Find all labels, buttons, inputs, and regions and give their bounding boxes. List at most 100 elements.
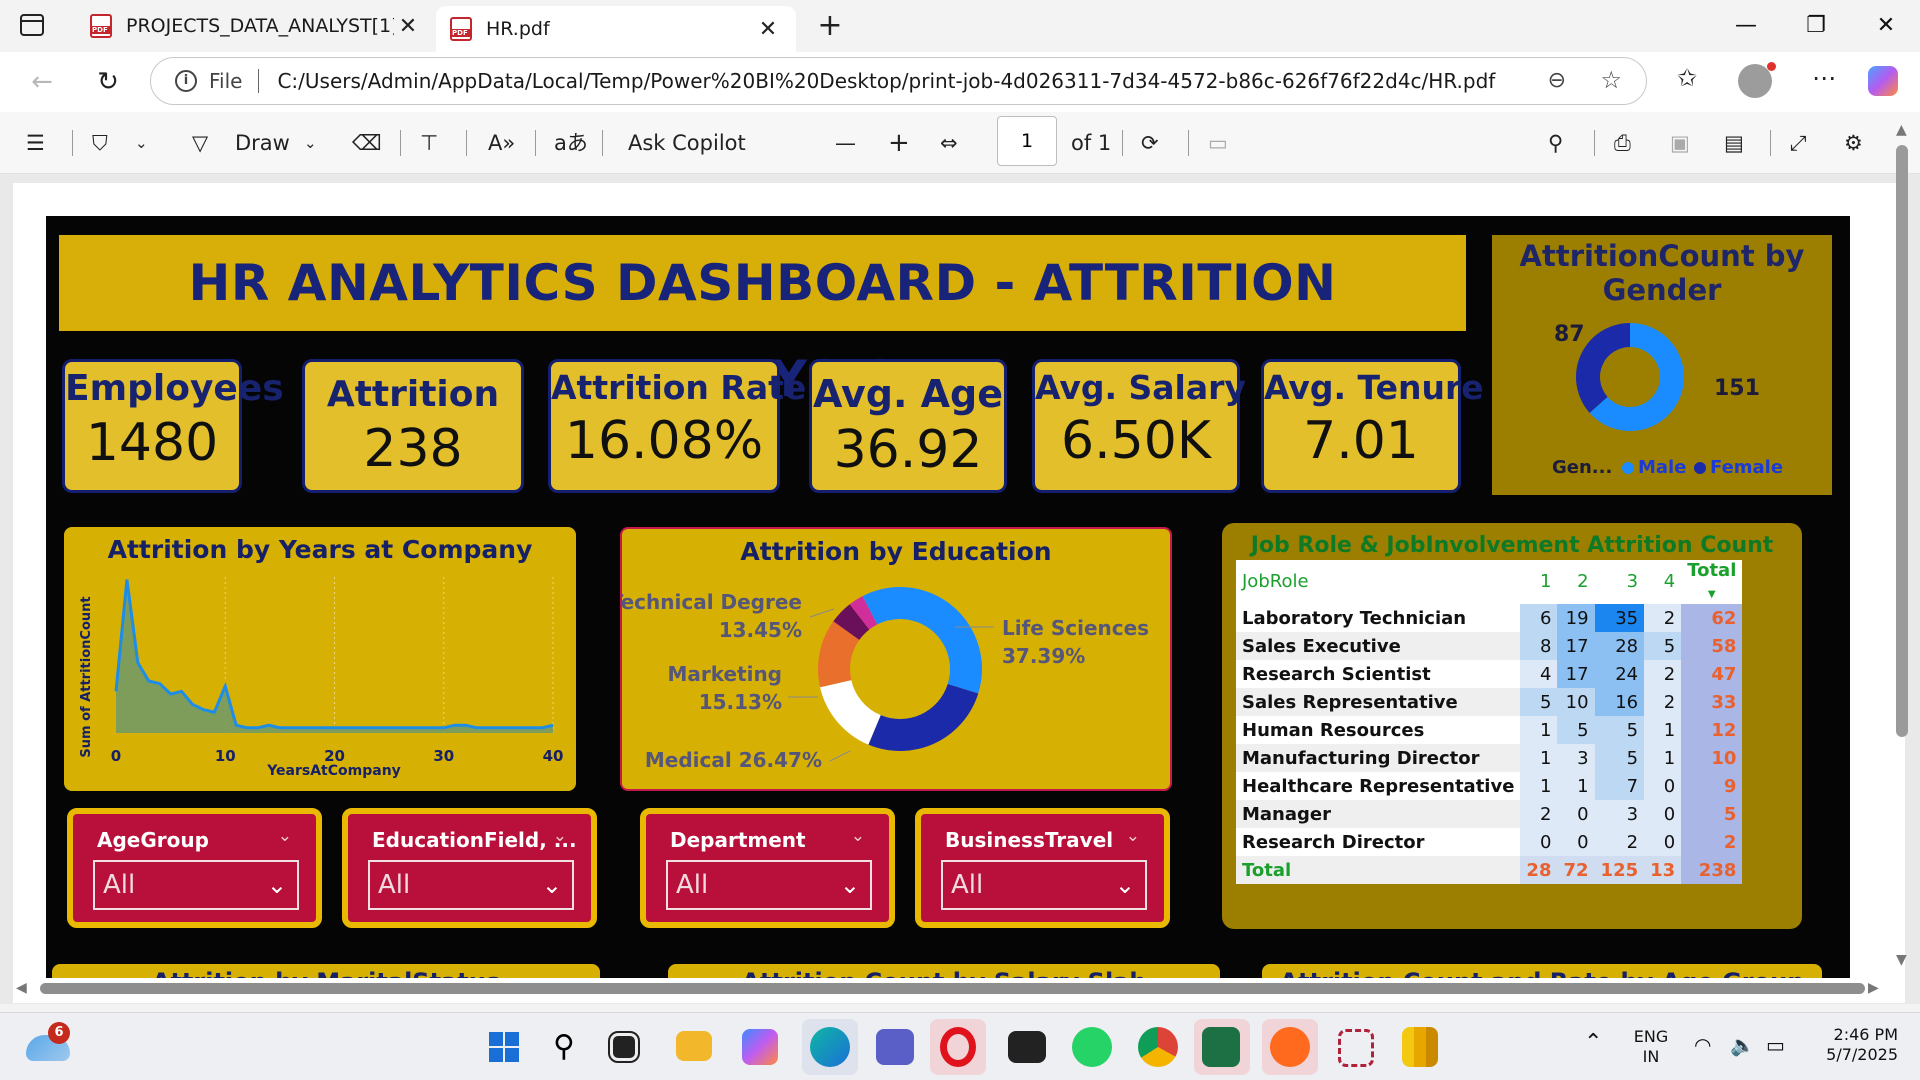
new-tab-button[interactable]: +	[812, 8, 848, 43]
page-number-input[interactable]: 1	[997, 116, 1057, 166]
chevron-up-icon[interactable]: ⌃	[1584, 1032, 1602, 1054]
orange-app-icon[interactable]	[1270, 1027, 1310, 1067]
save-as-icon[interactable]: ▤	[1724, 126, 1744, 160]
sort-desc-icon[interactable]: ▼	[1708, 589, 1716, 600]
chevron-down-icon[interactable]: ⌄	[851, 826, 865, 846]
clock[interactable]: 2:46 PM 5/7/2025	[1808, 1025, 1898, 1065]
copilot-app-icon[interactable]	[742, 1029, 778, 1065]
fit-width-icon[interactable]: ⇔	[940, 126, 958, 160]
refresh-icon[interactable]: ↻	[88, 62, 128, 102]
more-menu-icon[interactable]: ⋯	[1804, 64, 1844, 92]
print-icon[interactable]: ⎙	[1614, 126, 1631, 160]
column-header-total[interactable]: Total ▼	[1681, 560, 1743, 602]
tab-title: PROJECTS_DATA_ANALYST[1].pdf	[126, 15, 394, 37]
matrix-header-row: JobRole 1 2 3 4 Total ▼	[1236, 560, 1743, 602]
translate-icon[interactable]: aあ	[554, 126, 588, 160]
close-icon[interactable]: ✕	[394, 14, 422, 39]
read-aloud-icon[interactable]: A»	[488, 126, 515, 160]
chevron-down-icon[interactable]: ⌄	[267, 862, 287, 908]
minimize-button[interactable]: —	[1716, 6, 1776, 46]
task-view-icon[interactable]	[608, 1031, 640, 1063]
contents-icon[interactable]: ☰	[26, 126, 45, 160]
kpi-value: 7.01	[1303, 411, 1419, 471]
edge-icon[interactable]	[810, 1027, 850, 1067]
text-box-icon[interactable]: ⊤	[420, 126, 438, 160]
save-icon[interactable]: ▣	[1670, 126, 1690, 160]
search-icon[interactable]: ⚲	[542, 1025, 586, 1069]
table-row: Human Resources 1 5 5 1 12	[1236, 716, 1743, 744]
tab-hr[interactable]: HR.pdf ✕	[436, 6, 796, 52]
excel-icon[interactable]	[1202, 1027, 1240, 1067]
chevron-down-icon[interactable]: ⌄	[1115, 862, 1135, 908]
highlight-icon[interactable]: ⛉	[92, 126, 108, 160]
horizontal-scrollbar-thumb[interactable]	[40, 983, 1865, 994]
file-explorer-icon[interactable]	[676, 1031, 712, 1061]
chrome-icon[interactable]	[1138, 1027, 1178, 1067]
back-arrow-icon[interactable]: ←	[22, 62, 62, 102]
tab-actions-icon[interactable]	[20, 14, 44, 36]
slicer-department[interactable]: Department ⌄ All ⌄	[640, 808, 895, 928]
slicer-agegroup[interactable]: AgeGroup ⌄ All ⌄	[67, 808, 322, 928]
ask-copilot-button[interactable]: Ask Copilot	[628, 126, 746, 160]
scroll-left-arrow-icon[interactable]: ◀	[16, 980, 27, 996]
draw-label[interactable]: Draw	[235, 126, 290, 160]
close-window-button[interactable]: ✕	[1856, 6, 1916, 46]
slicer-businesstravel[interactable]: BusinessTravel ⌄ All ⌄	[915, 808, 1170, 928]
teams-icon[interactable]	[876, 1029, 914, 1065]
info-icon[interactable]: i	[175, 70, 197, 92]
search-icon[interactable]: ⚲	[1548, 126, 1563, 160]
wifi-icon[interactable]: ◠	[1694, 1035, 1711, 1055]
slicer-dropdown[interactable]: All ⌄	[941, 860, 1147, 910]
slicer-dropdown[interactable]: All ⌄	[93, 860, 299, 910]
scroll-right-arrow-icon[interactable]: ▶	[1868, 980, 1879, 996]
slicer-dropdown[interactable]: All ⌄	[368, 860, 574, 910]
chevron-down-icon[interactable]: ⌄	[553, 826, 567, 846]
slicer-label: BusinessTravel	[945, 828, 1114, 852]
chevron-down-icon[interactable]: ⌄	[278, 826, 292, 846]
tab-projects[interactable]: PROJECTS_DATA_ANALYST[1].pdf ✕	[76, 6, 436, 46]
language-indicator[interactable]: ENG IN	[1628, 1027, 1674, 1067]
settings-gear-icon[interactable]: ⚙	[1844, 126, 1863, 160]
start-icon[interactable]	[482, 1025, 526, 1069]
url-text[interactable]: C:/Users/Admin/AppData/Local/Temp/Power%…	[277, 69, 1495, 93]
profile-avatar[interactable]	[1738, 62, 1776, 98]
chevron-down-icon[interactable]: ⌄	[840, 862, 860, 908]
kpi-avg-tenure: Avg. Tenure 7.01	[1261, 359, 1484, 493]
whatsapp-icon[interactable]	[1072, 1027, 1112, 1067]
scroll-up-arrow-icon[interactable]: ▲	[1896, 122, 1907, 138]
row-total-cell: 9	[1681, 772, 1743, 800]
slicer-dropdown[interactable]: All ⌄	[666, 860, 872, 910]
vertical-scrollbar-thumb[interactable]	[1896, 145, 1908, 737]
kpi-avg-salary: Avg. Salary 6.50K	[1032, 359, 1246, 493]
snipping-tool-icon[interactable]	[1338, 1029, 1374, 1067]
restore-button[interactable]: ❐	[1786, 6, 1846, 46]
fullscreen-icon[interactable]: ⤢	[1790, 126, 1807, 160]
matrix-total-row: Total 28 72 125 13 238	[1236, 856, 1743, 884]
slicer-educationfield[interactable]: EducationField, ... ⌄ All ⌄	[342, 808, 597, 928]
address-bar[interactable]: i File C:/Users/Admin/AppData/Local/Temp…	[150, 57, 1647, 105]
matrix-cell: 5	[1594, 716, 1645, 744]
zoom-out-icon[interactable]: —	[835, 126, 856, 160]
salary-slab-card: Attrition Count by Salary Slab	[668, 964, 1220, 978]
power-bi-icon[interactable]	[1402, 1027, 1438, 1067]
zoom-out-icon[interactable]: ⊖	[1548, 68, 1566, 93]
opera-icon[interactable]	[940, 1027, 976, 1067]
page-view-icon[interactable]: ▭	[1208, 126, 1228, 160]
favorite-star-icon[interactable]: ☆	[1600, 66, 1622, 94]
zoom-in-icon[interactable]: +	[888, 126, 910, 160]
favorites-icon[interactable]: ✩	[1667, 64, 1707, 92]
chevron-down-icon[interactable]: ⌄	[135, 126, 148, 160]
chevron-down-icon[interactable]: ⌄	[304, 126, 317, 160]
chevron-down-icon[interactable]: ⌄	[542, 862, 562, 908]
rotate-icon[interactable]: ⟳	[1141, 126, 1159, 160]
draw-icon[interactable]: ▽	[192, 126, 208, 160]
terminal-icon[interactable]	[1008, 1031, 1046, 1063]
scroll-down-arrow-icon[interactable]: ▼	[1896, 952, 1907, 968]
row-header: Research Scientist	[1236, 660, 1521, 688]
eraser-icon[interactable]: ⌫	[352, 126, 382, 160]
volume-icon[interactable]: 🔈	[1730, 1035, 1755, 1055]
battery-icon[interactable]: ▭	[1766, 1035, 1785, 1055]
copilot-icon[interactable]	[1868, 66, 1898, 96]
close-icon[interactable]: ✕	[754, 17, 782, 42]
chevron-down-icon[interactable]: ⌄	[1126, 826, 1140, 846]
